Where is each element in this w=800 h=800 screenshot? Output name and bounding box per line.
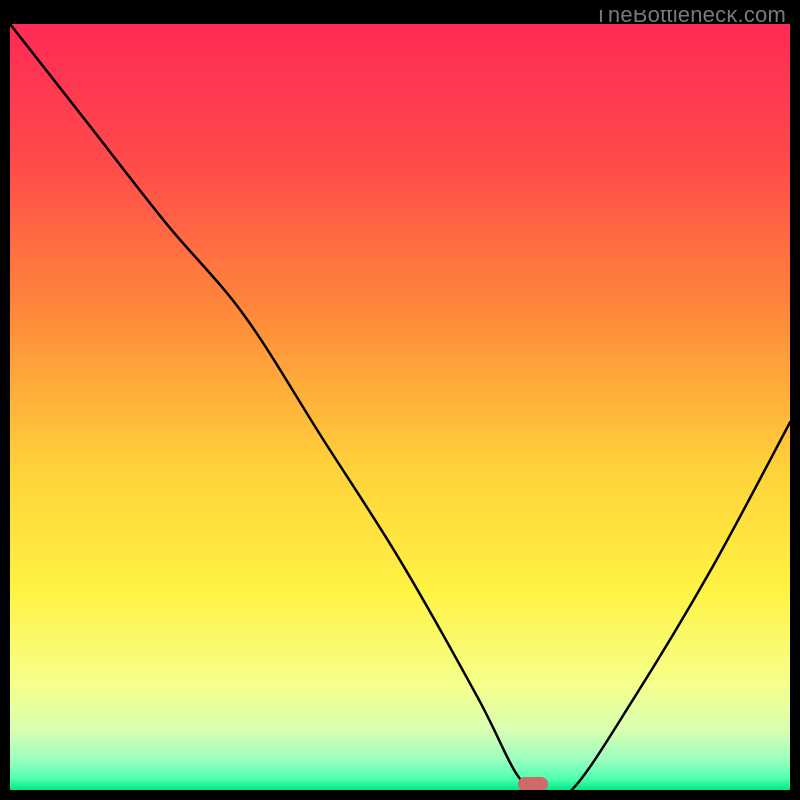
chart-frame: [0, 0, 800, 800]
